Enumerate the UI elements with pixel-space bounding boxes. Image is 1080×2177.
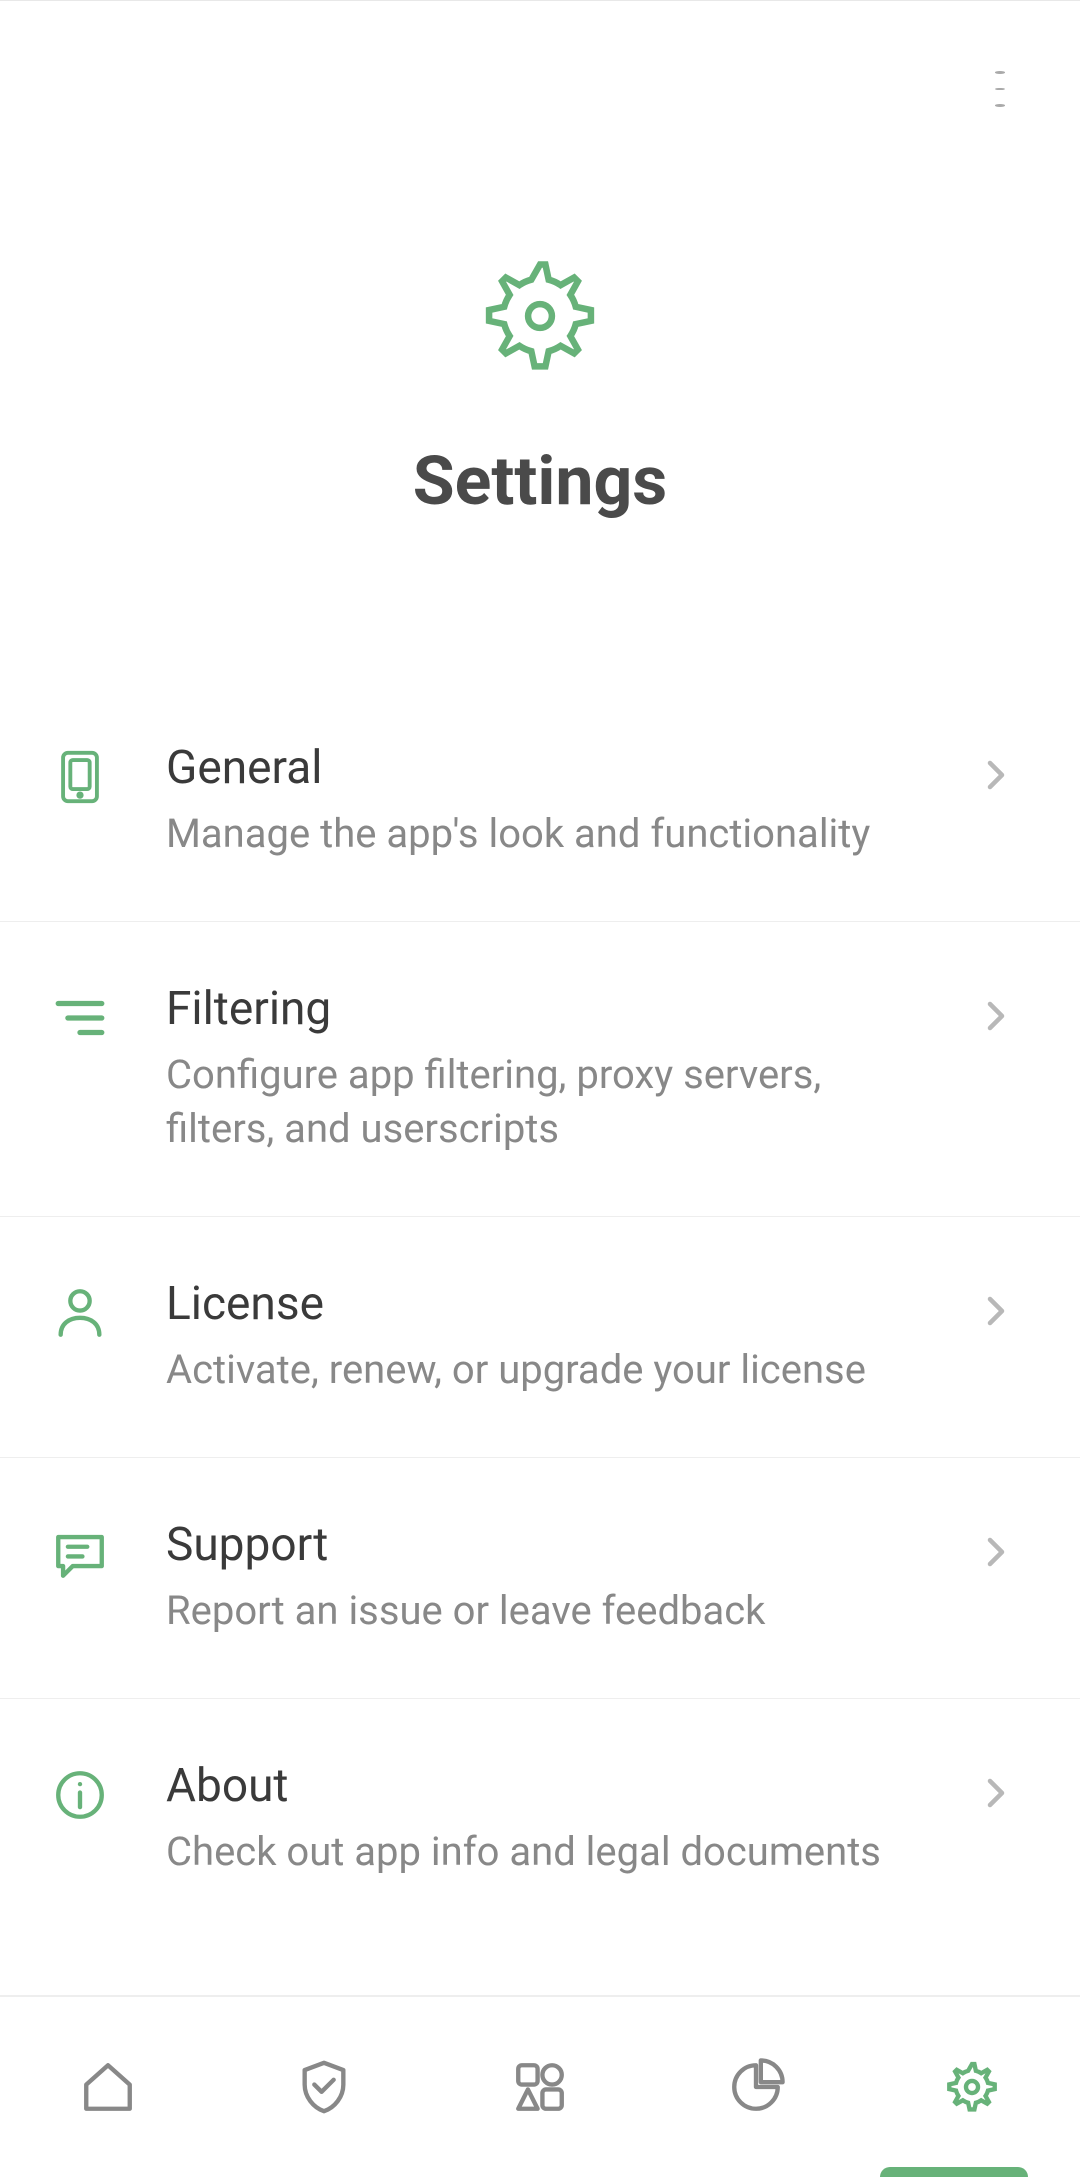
nav-active-indicator bbox=[880, 2167, 1028, 2177]
overflow-menu-button[interactable] bbox=[982, 71, 1018, 107]
item-title: General bbox=[166, 741, 922, 795]
bottom-navigation bbox=[0, 1995, 1080, 2177]
item-subtitle: Activate, renew, or upgrade your license bbox=[166, 1343, 922, 1397]
item-subtitle: Check out app info and legal documents bbox=[166, 1825, 922, 1879]
chevron-right-icon bbox=[978, 1534, 1010, 1566]
nav-home[interactable] bbox=[76, 2055, 140, 2119]
item-subtitle: Manage the app's look and functionality bbox=[166, 807, 922, 861]
info-icon bbox=[50, 1765, 110, 1825]
item-content: About Check out app info and legal docum… bbox=[166, 1759, 922, 1879]
page-title: Settings bbox=[413, 441, 668, 521]
item-content: General Manage the app's look and functi… bbox=[166, 741, 922, 861]
chevron-right-icon bbox=[978, 757, 1010, 789]
nav-protection[interactable] bbox=[292, 2055, 356, 2119]
settings-list: General Manage the app's look and functi… bbox=[0, 681, 1080, 1939]
filter-icon bbox=[50, 988, 110, 1048]
chevron-right-icon bbox=[978, 1775, 1010, 1807]
item-content: Support Report an issue or leave feedbac… bbox=[166, 1518, 922, 1638]
settings-item-license[interactable]: License Activate, renew, or upgrade your… bbox=[0, 1217, 1080, 1458]
item-subtitle: Configure app filtering, proxy servers, … bbox=[166, 1048, 922, 1156]
chevron-right-icon bbox=[978, 998, 1010, 1030]
nav-settings[interactable] bbox=[940, 2055, 1004, 2119]
item-title: About bbox=[166, 1759, 922, 1813]
nav-statistics[interactable] bbox=[724, 2055, 788, 2119]
item-content: License Activate, renew, or upgrade your… bbox=[166, 1277, 922, 1397]
nav-apps[interactable] bbox=[508, 2055, 572, 2119]
item-title: Filtering bbox=[166, 982, 922, 1036]
settings-header: Settings bbox=[0, 1, 1080, 521]
settings-item-filtering[interactable]: Filtering Configure app filtering, proxy… bbox=[0, 922, 1080, 1217]
settings-item-general[interactable]: General Manage the app's look and functi… bbox=[0, 681, 1080, 922]
settings-item-about[interactable]: About Check out app info and legal docum… bbox=[0, 1699, 1080, 1939]
gear-icon bbox=[475, 251, 605, 381]
message-icon bbox=[50, 1524, 110, 1584]
chevron-right-icon bbox=[978, 1293, 1010, 1325]
overflow-dot bbox=[995, 88, 1005, 91]
device-icon bbox=[50, 747, 110, 807]
item-subtitle: Report an issue or leave feedback bbox=[166, 1584, 922, 1638]
settings-item-support[interactable]: Support Report an issue or leave feedbac… bbox=[0, 1458, 1080, 1699]
item-content: Filtering Configure app filtering, proxy… bbox=[166, 982, 922, 1156]
item-title: License bbox=[166, 1277, 922, 1331]
overflow-dot bbox=[995, 71, 1005, 74]
item-title: Support bbox=[166, 1518, 922, 1572]
overflow-dot bbox=[995, 104, 1005, 107]
user-icon bbox=[50, 1283, 110, 1343]
